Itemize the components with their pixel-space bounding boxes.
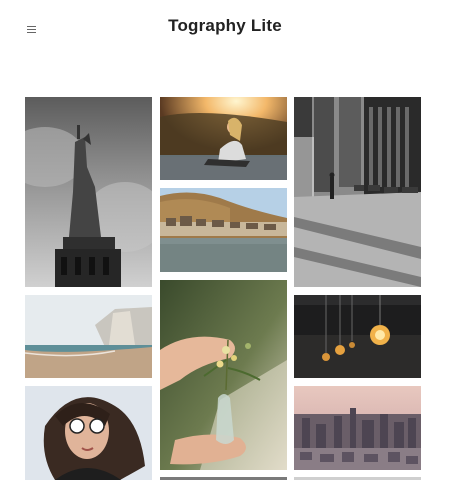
gallery-photo-hanging-light-bulbs[interactable] [294, 295, 421, 378]
gallery-photo-statue-of-liberty[interactable] [25, 97, 152, 287]
page: Tography Lite [0, 0, 450, 480]
site-title[interactable]: Tography Lite [0, 16, 450, 36]
gallery-photo-woman-with-sunglasses[interactable] [25, 386, 152, 480]
gallery-photo-city-street-shadows[interactable] [294, 97, 421, 287]
gallery-photo-hands-holding-flower-vase[interactable] [160, 280, 287, 470]
gallery-photo-aerial-city-skyline[interactable] [294, 386, 421, 470]
gallery-photo-woman-sitting-at-sunset-lake[interactable] [160, 97, 287, 180]
gallery-photo-riverside-village-under-cliffs[interactable] [160, 188, 287, 272]
gallery-photo-sea-cliffs-beach[interactable] [25, 295, 152, 378]
